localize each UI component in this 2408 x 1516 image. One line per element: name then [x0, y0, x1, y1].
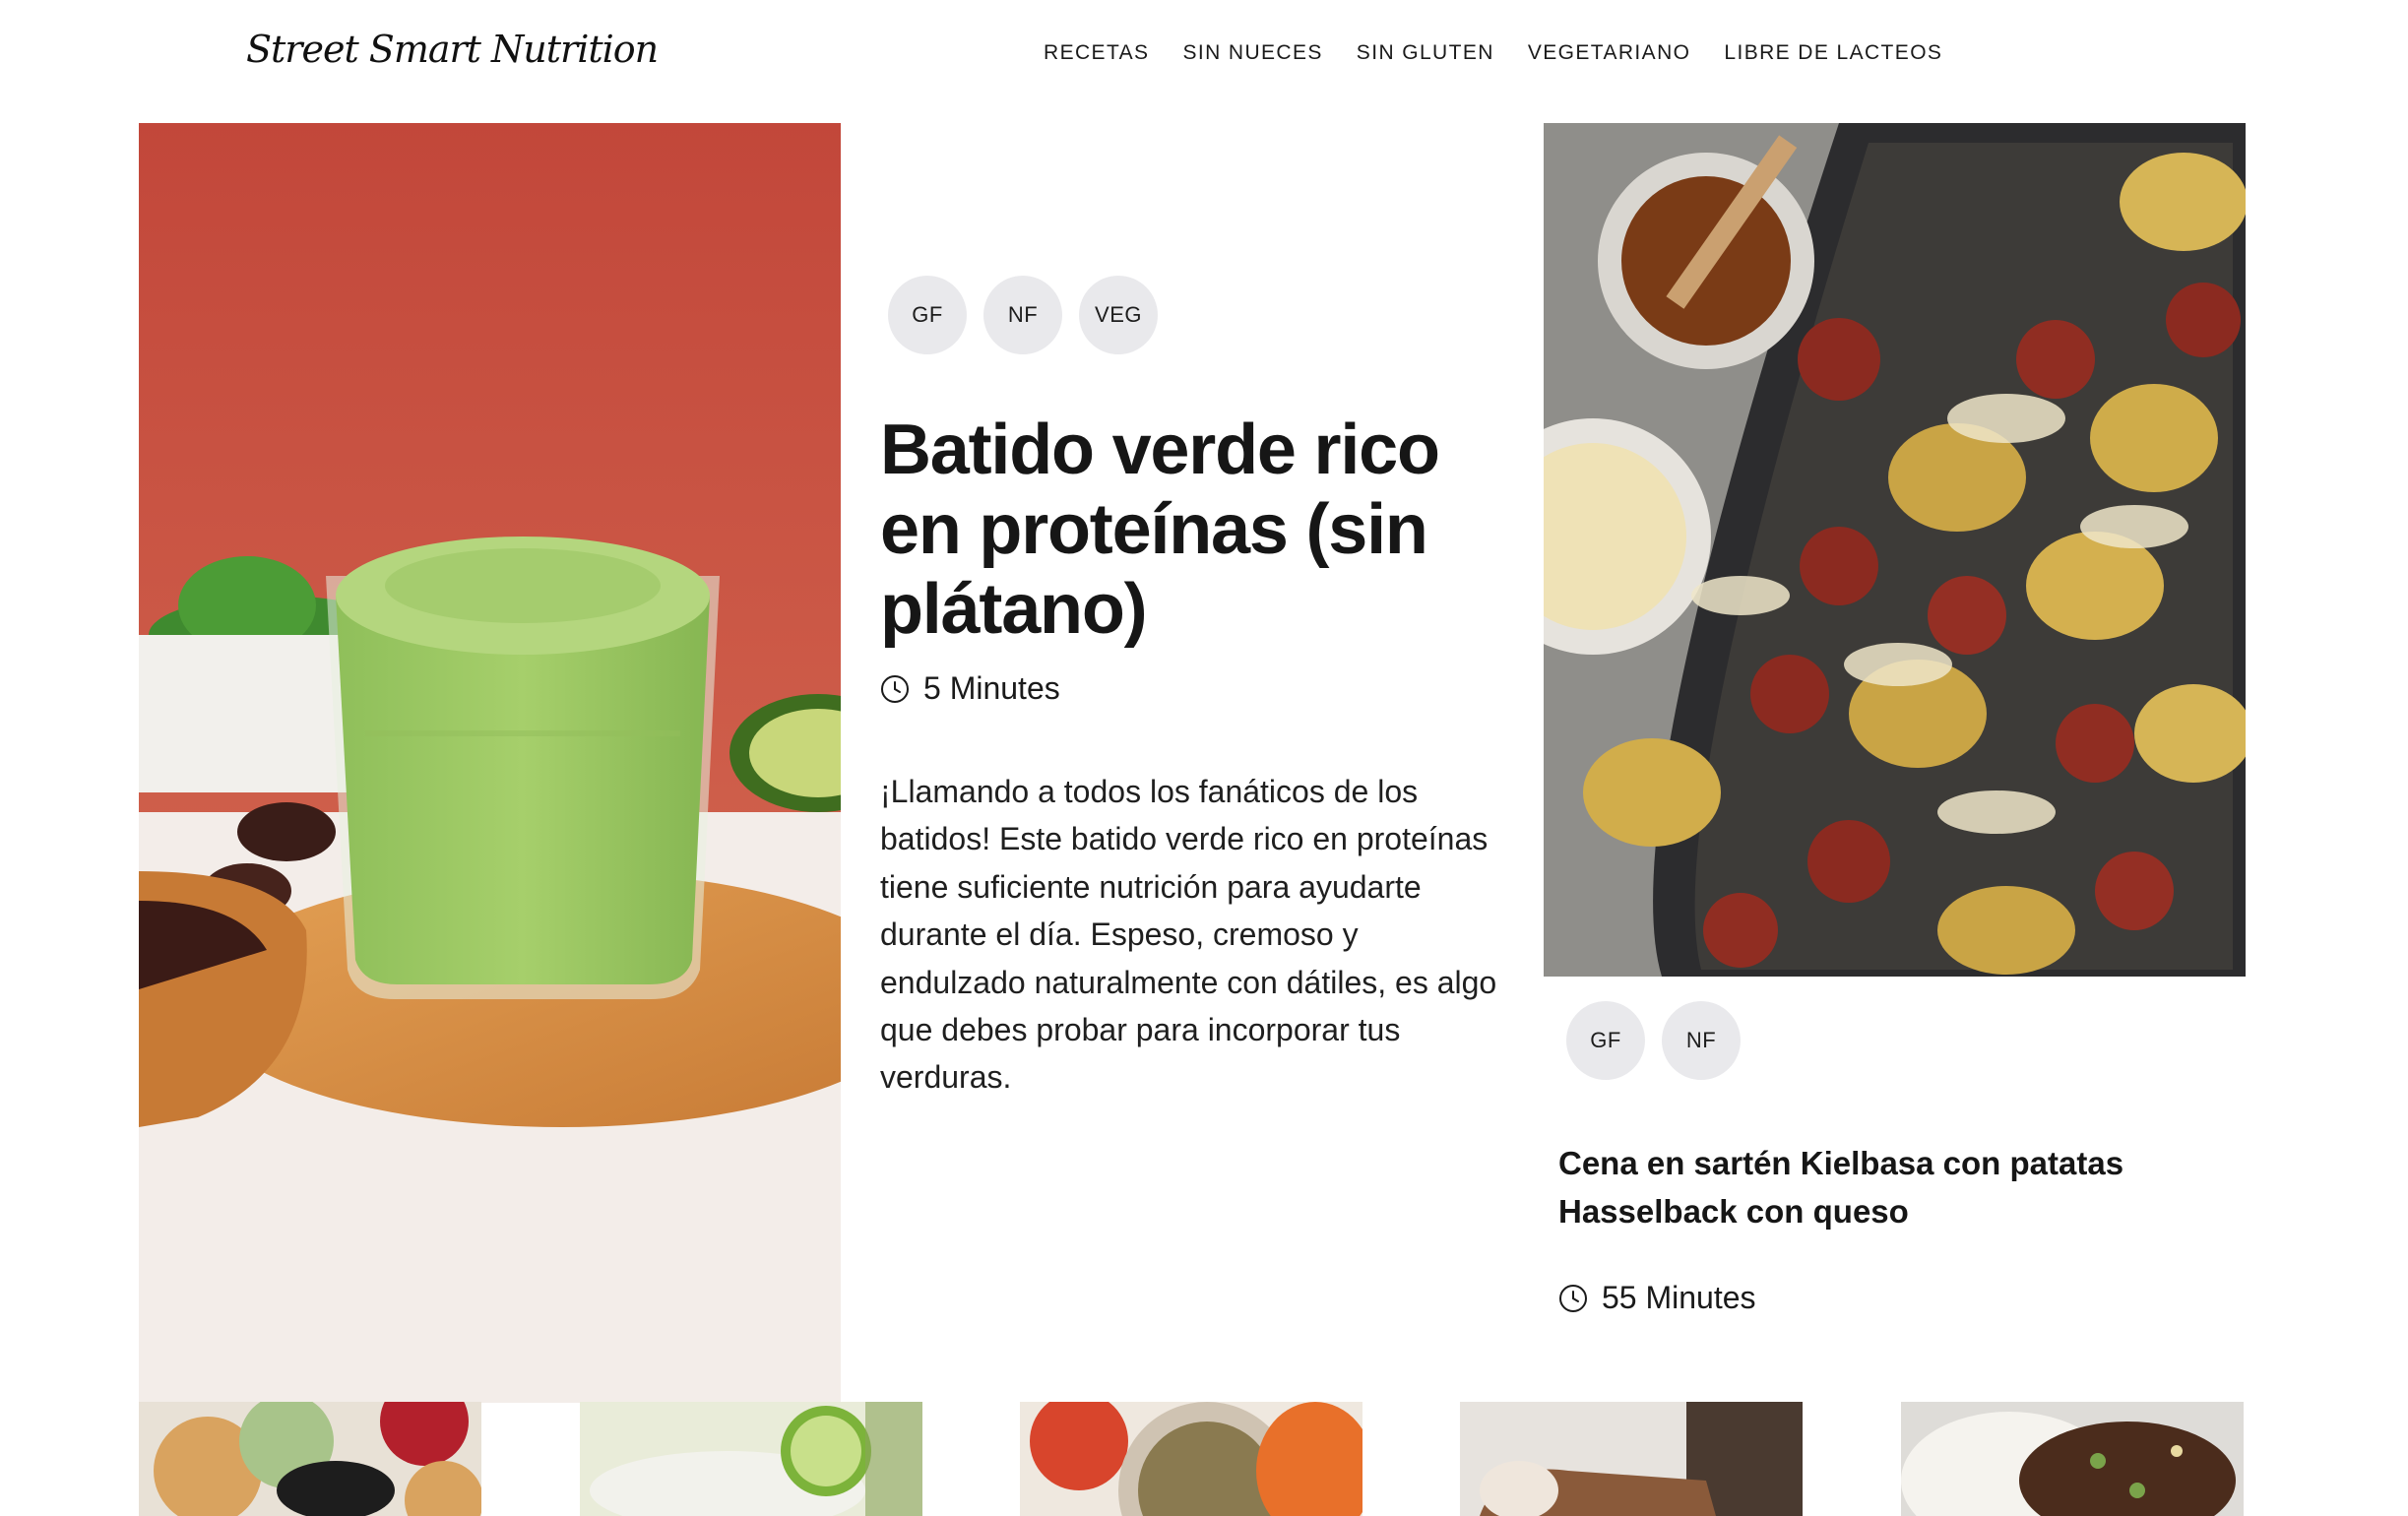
- recipe-thumbnail-margarita[interactable]: [580, 1402, 922, 1516]
- recipe-thumbnail-beef-rice-bowl[interactable]: [1901, 1402, 2244, 1516]
- chocolate-bar-thumb-illustration: [1460, 1402, 1803, 1516]
- badge-gf[interactable]: GF: [1566, 1001, 1645, 1080]
- clock-icon: [881, 674, 909, 703]
- recipe-thumbnail-charcuterie[interactable]: [139, 1402, 481, 1516]
- featured-recipe-image[interactable]: [139, 123, 841, 1403]
- nav-sin-gluten[interactable]: SIN GLUTEN: [1357, 33, 1494, 73]
- nav-libre-de-lacteos[interactable]: LIBRE DE LACTEOS: [1724, 33, 1942, 73]
- badge-nf[interactable]: NF: [1662, 1001, 1741, 1080]
- yogurt-bowl-thumb-illustration: [1020, 1402, 1362, 1516]
- main-nav: RECETAS SIN NUECES SIN GLUTEN VEGETARIAN…: [1044, 33, 1942, 73]
- site-logo[interactable]: Street Smart Nutrition: [246, 18, 659, 81]
- badge-gf[interactable]: GF: [888, 276, 967, 354]
- featured-recipe-time: 5 Minutes: [880, 670, 1060, 707]
- nav-recetas[interactable]: RECETAS: [1044, 33, 1149, 73]
- nav-sin-nueces[interactable]: SIN NUECES: [1182, 33, 1322, 73]
- kielbasa-sheet-pan-illustration: [1544, 123, 2246, 977]
- featured-time-label: 5 Minutes: [923, 670, 1060, 706]
- margarita-thumb-illustration: [580, 1402, 922, 1516]
- featured-diet-badges: GF NF VEG: [888, 276, 1158, 354]
- recipe-thumbnail-yogurt-bowl[interactable]: [1020, 1402, 1362, 1516]
- side-diet-badges: GF NF: [1566, 1001, 1741, 1080]
- featured-recipe-description: ¡Llamando a todos los fanáticos de los b…: [880, 774, 1497, 1096]
- badge-nf[interactable]: NF: [983, 276, 1062, 354]
- recipe-thumbnail-chocolate-bar[interactable]: [1460, 1402, 1803, 1516]
- beef-rice-bowl-thumb-illustration: [1901, 1402, 2244, 1516]
- charcuterie-thumb-illustration: [139, 1402, 481, 1516]
- clock-icon: [1559, 1284, 1587, 1312]
- green-smoothie-illustration: [139, 123, 841, 1403]
- nav-vegetariano[interactable]: VEGETARIANO: [1528, 33, 1691, 73]
- badge-veg[interactable]: VEG: [1079, 276, 1158, 354]
- featured-recipe-title[interactable]: Batido verde rico en proteínas (sin plát…: [880, 411, 1510, 650]
- side-recipe-title[interactable]: Cena en sartén Kielbasa con patatas Hass…: [1558, 1139, 2188, 1235]
- side-recipe-image[interactable]: [1544, 123, 2246, 977]
- side-time-label: 55 Minutes: [1602, 1280, 1756, 1315]
- side-recipe-time: 55 Minutes: [1558, 1280, 1756, 1316]
